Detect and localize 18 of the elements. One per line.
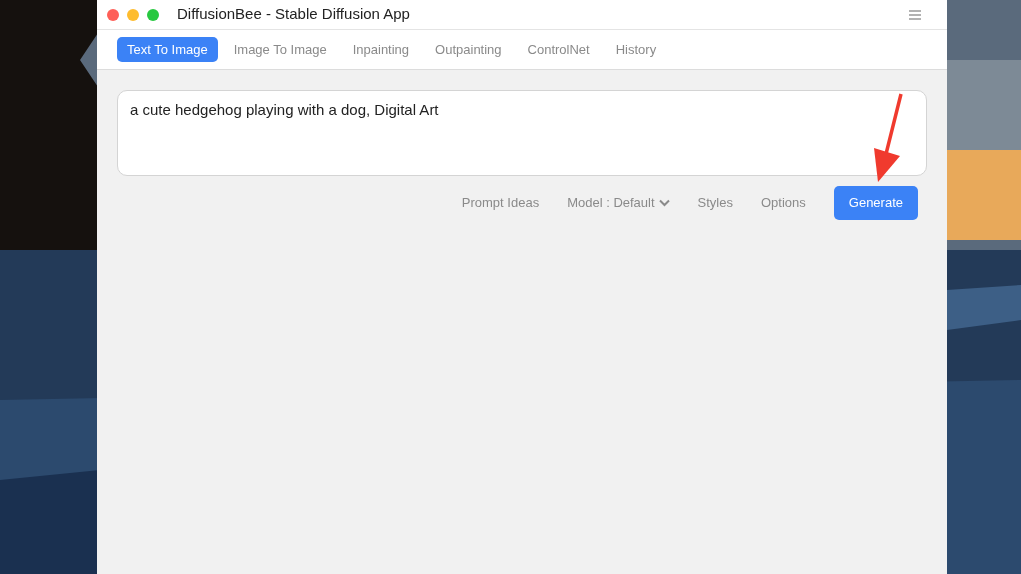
toolbar-link[interactable]: Prompt Ideas: [461, 193, 540, 213]
chevron-down-icon: [658, 198, 670, 207]
tab[interactable]: ControlNet: [517, 36, 600, 63]
model-dropdown[interactable]: Model : Default: [567, 193, 670, 213]
minimize-window-icon[interactable]: [127, 8, 139, 21]
tab[interactable]: Image To Image: [223, 36, 337, 63]
generate-button[interactable]: Generate: [833, 186, 918, 220]
tab[interactable]: Text To Image: [117, 36, 218, 63]
tab[interactable]: Outpainting: [425, 36, 512, 63]
tab[interactable]: History: [605, 36, 667, 63]
menu-icon[interactable]: [909, 9, 921, 20]
prompt-field[interactable]: a cute hedgehog playing with a dog, Digital Art: [117, 90, 927, 176]
tab[interactable]: Inpainting: [342, 36, 420, 63]
toolbar-link[interactable]: Styles: [697, 193, 733, 213]
window-title: DiffusionBee - Stable Diffusion App: [177, 4, 410, 25]
toolbar-link[interactable]: Options: [761, 193, 806, 213]
zoom-window-icon[interactable]: [147, 8, 159, 21]
close-window-icon[interactable]: [107, 8, 119, 21]
